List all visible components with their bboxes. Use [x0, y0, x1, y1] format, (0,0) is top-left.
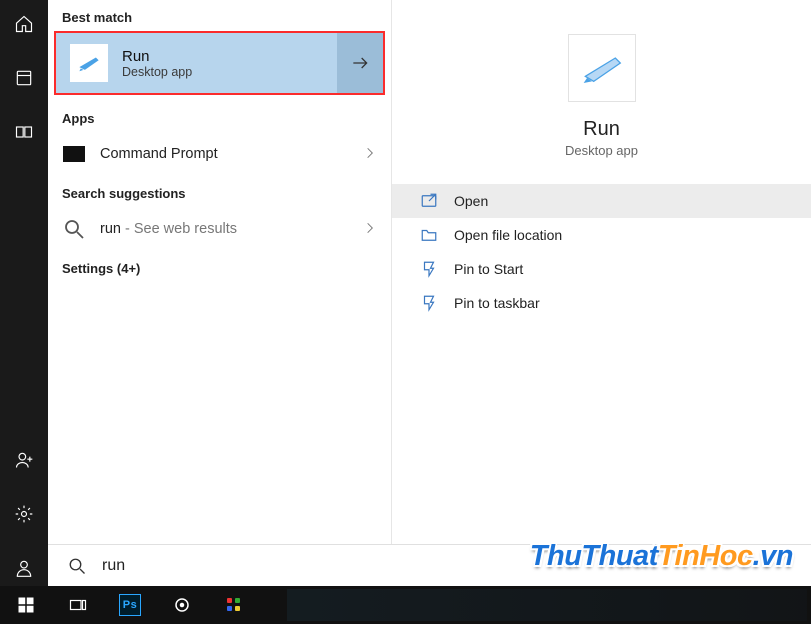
action-label: Open file location	[454, 227, 562, 243]
folder-icon	[420, 226, 438, 244]
preview-subtitle: Desktop app	[565, 143, 638, 158]
app-command-prompt[interactable]: Command Prompt	[48, 132, 391, 176]
chevron-right-icon	[363, 221, 377, 238]
results-column: Best match Run Desktop app Apps Command …	[48, 0, 392, 544]
action-label: Pin to taskbar	[454, 295, 540, 311]
taskbar-color-tool[interactable]	[212, 586, 256, 624]
taskbar-photoshop[interactable]: Ps	[108, 586, 152, 624]
rail-people[interactable]	[0, 442, 48, 478]
suggestion-tail: - See web results	[121, 221, 237, 237]
action-label: Pin to Start	[454, 261, 523, 277]
suggestion-term: run	[100, 221, 121, 237]
best-match-arrow-button[interactable]	[337, 33, 383, 93]
run-icon	[70, 44, 108, 82]
preview-column: Run Desktop app Open Open file location …	[392, 0, 811, 544]
action-open[interactable]: Open	[392, 184, 811, 218]
best-match-heading: Best match	[48, 0, 391, 31]
search-bar: ThuThuatTinHoc.vn	[48, 544, 811, 586]
best-match-title: Run	[122, 48, 337, 65]
search-icon	[68, 557, 86, 575]
watermark-logo: ThuThuatTinHoc.vn	[530, 540, 793, 573]
taskbar-cortana[interactable]	[160, 586, 204, 624]
action-pin-to-taskbar[interactable]: Pin to taskbar	[392, 286, 811, 320]
command-prompt-icon	[63, 146, 85, 162]
apps-heading: Apps	[48, 101, 391, 132]
rail-collections[interactable]	[0, 114, 48, 150]
search-icon	[62, 217, 86, 241]
web-suggestion-run[interactable]: run - See web results	[48, 207, 391, 251]
start-button[interactable]	[4, 586, 48, 624]
action-open-file-location[interactable]: Open file location	[392, 218, 811, 252]
preview-title: Run	[583, 118, 620, 141]
action-pin-to-start[interactable]: Pin to Start	[392, 252, 811, 286]
pin-icon	[420, 260, 438, 278]
task-view-button[interactable]	[56, 586, 100, 624]
taskbar-background	[287, 589, 807, 621]
open-icon	[420, 192, 438, 210]
color-grid-icon	[225, 596, 243, 614]
rail-settings[interactable]	[0, 496, 48, 532]
chevron-right-icon	[363, 146, 377, 163]
best-match-item[interactable]: Run Desktop app	[54, 31, 385, 95]
best-match-subtitle: Desktop app	[122, 65, 337, 79]
search-flyout: Best match Run Desktop app Apps Command …	[48, 0, 811, 544]
app-label: Command Prompt	[100, 146, 349, 162]
photoshop-icon: Ps	[119, 594, 141, 616]
suggestions-heading: Search suggestions	[48, 176, 391, 207]
rail-home[interactable]	[0, 6, 48, 42]
preview-app-icon	[568, 34, 636, 102]
taskbar: Ps	[0, 586, 811, 624]
pin-icon	[420, 294, 438, 312]
rail-account[interactable]	[0, 550, 48, 586]
settings-heading[interactable]: Settings (4+)	[48, 251, 391, 282]
cortana-rail	[0, 0, 48, 586]
action-label: Open	[454, 193, 488, 209]
rail-recent[interactable]	[0, 60, 48, 96]
